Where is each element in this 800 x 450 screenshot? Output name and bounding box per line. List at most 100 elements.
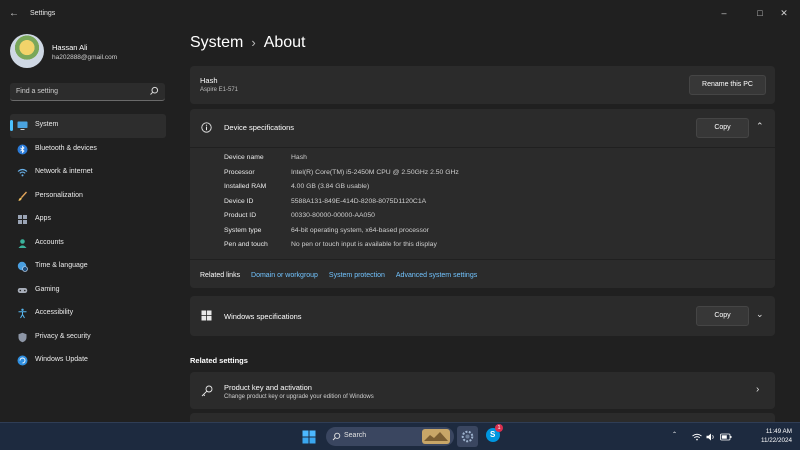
clock-date: 11/22/2024 [760,437,792,444]
sidebar-item-label: Privacy & security [35,332,91,340]
spec-value: 00330-80000-00000-AA050 [291,212,375,219]
shield-icon [18,332,27,342]
chevron-right-icon: › [251,35,256,50]
search-icon [332,432,341,441]
spec-value: 4.00 GB (3.84 GB usable) [291,183,370,190]
user-profile[interactable]: Hassan Ali ha202888@gmail.com [10,34,170,74]
chevron-up-icon[interactable]: ⌃ [756,121,764,132]
accessibility-icon [18,308,27,319]
minimize-icon[interactable]: – [716,6,732,20]
taskbar-search[interactable]: Search [326,427,454,446]
clock-time: 11:49 AM [765,428,792,435]
setting-title: Product key and activation [224,383,312,392]
profile-name: Hassan Ali [52,43,88,52]
copy-button[interactable]: Copy [696,306,749,326]
monitor-icon [17,121,28,130]
sidebar-item-label: Bluetooth & devices [35,144,97,152]
spec-value: 64-bit operating system, x64-based proce… [291,226,429,234]
maximize-icon[interactable]: □ [752,6,768,20]
clock[interactable]: 11:49 AM 11/22/2024 [761,427,792,445]
breadcrumb-parent[interactable]: System [190,34,243,51]
sidebar-item-privacy[interactable]: Privacy & security [10,326,166,350]
sidebar-item-label: Personalization [35,191,83,199]
battery-icon[interactable] [720,433,732,441]
gamepad-icon [17,287,28,293]
spec-label: Product ID [224,212,257,219]
search-placeholder: Find a setting [16,88,59,95]
window-title: Settings [30,10,56,17]
sidebar-item-personalization[interactable]: Personalization [10,185,166,209]
close-icon[interactable]: ✕ [776,6,792,20]
spec-label: Processor [224,168,255,176]
sidebar-item-gaming[interactable]: Gaming [10,279,166,303]
pc-name-card: Hash Aspire E1-571 Rename this PC [190,66,775,104]
back-arrow-icon[interactable]: ← [9,8,21,20]
spec-value: Intel(R) Core(TM) i5-2450M CPU @ 2.50GHz… [291,168,459,176]
sidebar-item-apps[interactable]: Apps [10,208,166,232]
divider [190,259,775,260]
taskbar-settings-app[interactable] [457,426,478,447]
spec-label: System type [224,226,262,234]
profile-email: ha202888@gmail.com [52,54,118,61]
key-icon [201,385,213,397]
bluetooth-icon [17,144,28,154]
product-key-card[interactable]: Product key and activation Change produc… [190,372,775,409]
spec-label: Installed RAM [224,183,267,190]
sidebar-item-label: Network & internet [35,168,93,175]
sidebar-nav: System Bluetooth & devices Network & int… [10,114,166,373]
sidebar-item-label: Gaming [35,285,60,293]
spec-label: Pen and touch [224,241,268,248]
spec-value: 5588A131-849E-414D-8208-8075D1120C1A [291,197,427,205]
link-system-protection[interactable]: System protection [329,272,385,279]
sidebar-item-network[interactable]: Network & internet [10,161,166,185]
spec-label: Device name [224,154,264,161]
device-specifications-card: Device specifications Copy ⌃ Device name… [190,109,775,288]
chevron-down-icon[interactable]: ⌄ [756,309,764,320]
taskbar-search-label: Search [344,432,367,439]
spec-value: Hash [291,154,307,161]
related-links: Related links Domain or workgroup System… [200,272,477,279]
spec-label: Device ID [224,197,254,205]
wifi-icon [17,168,28,177]
link-advanced-system-settings[interactable]: Advanced system settings [396,272,477,279]
avatar[interactable] [10,34,44,68]
search-highlight-illustration-icon [422,429,450,444]
update-icon [17,355,28,366]
windows-specifications-card[interactable]: Windows specifications Copy ⌄ [190,296,775,336]
gear-icon [461,430,474,443]
pc-model: Aspire E1-571 [200,87,239,93]
sidebar-item-label: Apps [35,215,51,222]
sidebar-item-label: Accessibility [35,309,74,316]
copy-button[interactable]: Copy [696,118,749,138]
section-title: Windows specifications [224,312,302,321]
breadcrumb: System › About [190,34,306,52]
sidebar-item-label: Accounts [35,238,64,246]
apps-icon [18,215,27,224]
chevron-right-icon: › [756,384,760,395]
sidebar-item-accessibility[interactable]: Accessibility [10,302,166,326]
volume-icon[interactable] [706,433,716,441]
related-links-title: Related links [200,272,241,279]
sidebar-item-bluetooth[interactable]: Bluetooth & devices [10,138,166,162]
start-button-icon[interactable] [302,430,316,444]
title-bar: ← Settings – □ ✕ [0,0,800,28]
next-setting-card[interactable] [190,413,775,422]
globe-clock-icon [17,261,28,272]
spec-value: No pen or touch input is available for t… [291,241,437,248]
search-input[interactable]: Find a setting [10,83,165,101]
search-icon [150,86,159,95]
rename-pc-button[interactable]: Rename this PC [689,75,766,95]
taskbar: Search S 1 ⌃ 11:49 AM 11/22/2024 [0,422,800,450]
sidebar-item-label: System [35,121,59,128]
sidebar-item-time-language[interactable]: Time & language [10,255,166,279]
link-domain-workgroup[interactable]: Domain or workgroup [251,272,318,279]
setting-subtitle: Change product key or upgrade your editi… [224,394,374,400]
chevron-up-icon[interactable]: ⌃ [672,431,677,438]
sidebar-item-accounts[interactable]: Accounts [10,232,166,256]
sidebar-item-windows-update[interactable]: Windows Update [10,349,166,373]
skype-icon[interactable]: S 1 [486,424,503,442]
info-icon [201,122,212,133]
sidebar-item-system[interactable]: System [10,114,166,138]
device-specifications-header[interactable]: Device specifications Copy ⌃ [190,109,775,148]
wifi-icon[interactable] [692,433,702,441]
